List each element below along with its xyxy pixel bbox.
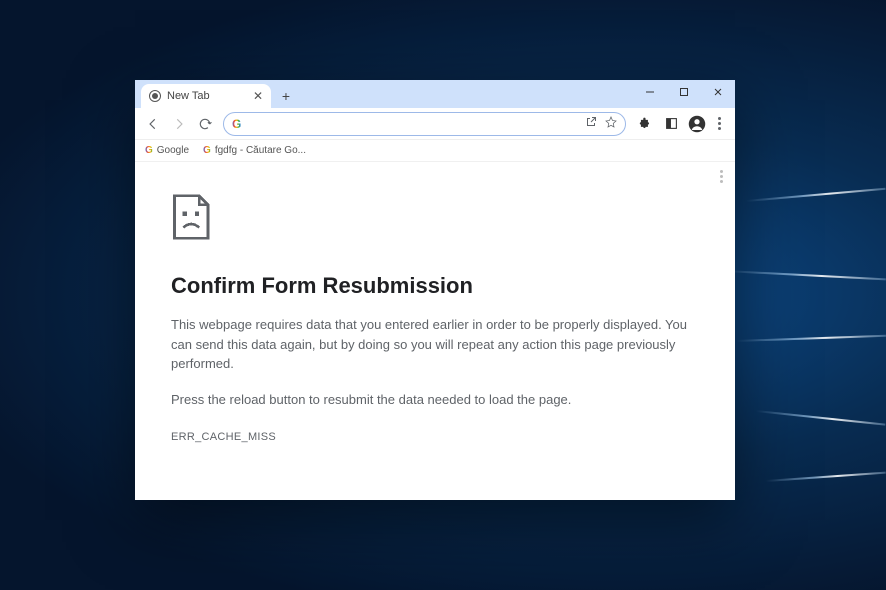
extensions-icon[interactable]: [636, 115, 654, 133]
error-body-2: Press the reload button to resubmit the …: [171, 390, 699, 410]
minimize-button[interactable]: [633, 80, 667, 104]
bookmarks-bar: G Google G fgdfg - Căutare Go...: [135, 140, 735, 162]
google-g-icon: G: [232, 117, 241, 131]
titlebar: New Tab ✕ +: [135, 80, 735, 108]
wallpaper-beam: [756, 410, 885, 426]
toolbar: G: [135, 108, 735, 140]
new-tab-button[interactable]: +: [275, 85, 297, 107]
browser-tab[interactable]: New Tab ✕: [141, 84, 271, 108]
error-body-1: This webpage requires data that you ente…: [171, 315, 691, 374]
chrome-window: New Tab ✕ + G: [135, 80, 735, 500]
bookmark-item[interactable]: G Google: [145, 145, 189, 156]
forward-button[interactable]: [167, 112, 191, 136]
page-content: Confirm Form Resubmission This webpage r…: [135, 162, 735, 500]
error-title: Confirm Form Resubmission: [171, 273, 699, 299]
close-window-button[interactable]: [701, 80, 735, 104]
sad-page-icon: [171, 192, 699, 247]
window-controls: [633, 80, 735, 104]
google-favicon-icon: G: [203, 145, 211, 156]
maximize-button[interactable]: [667, 80, 701, 104]
wallpaper-beam: [746, 188, 886, 202]
back-button[interactable]: [141, 112, 165, 136]
page-menu-button[interactable]: [720, 170, 723, 183]
error-code: ERR_CACHE_MISS: [171, 431, 699, 443]
tab-favicon: [149, 90, 161, 102]
tab-close-button[interactable]: ✕: [253, 89, 263, 103]
panel-icon[interactable]: [662, 115, 680, 133]
wallpaper-beam: [766, 472, 886, 482]
google-favicon-icon: G: [145, 145, 153, 156]
url-input[interactable]: [247, 117, 579, 131]
share-icon[interactable]: [585, 116, 597, 131]
bookmark-label: fgdfg - Căutare Go...: [215, 145, 306, 156]
address-bar[interactable]: G: [223, 112, 626, 136]
tab-title: New Tab: [167, 90, 247, 102]
chrome-menu-button[interactable]: [714, 117, 725, 130]
bookmark-star-icon[interactable]: [605, 116, 617, 131]
wallpaper-beam: [736, 335, 886, 342]
reload-button[interactable]: [193, 112, 217, 136]
bookmark-label: Google: [157, 145, 189, 156]
extension-area: [632, 115, 729, 133]
wallpaper-beam: [726, 270, 886, 280]
profile-avatar[interactable]: [688, 115, 706, 133]
bookmark-item[interactable]: G fgdfg - Căutare Go...: [203, 145, 306, 156]
